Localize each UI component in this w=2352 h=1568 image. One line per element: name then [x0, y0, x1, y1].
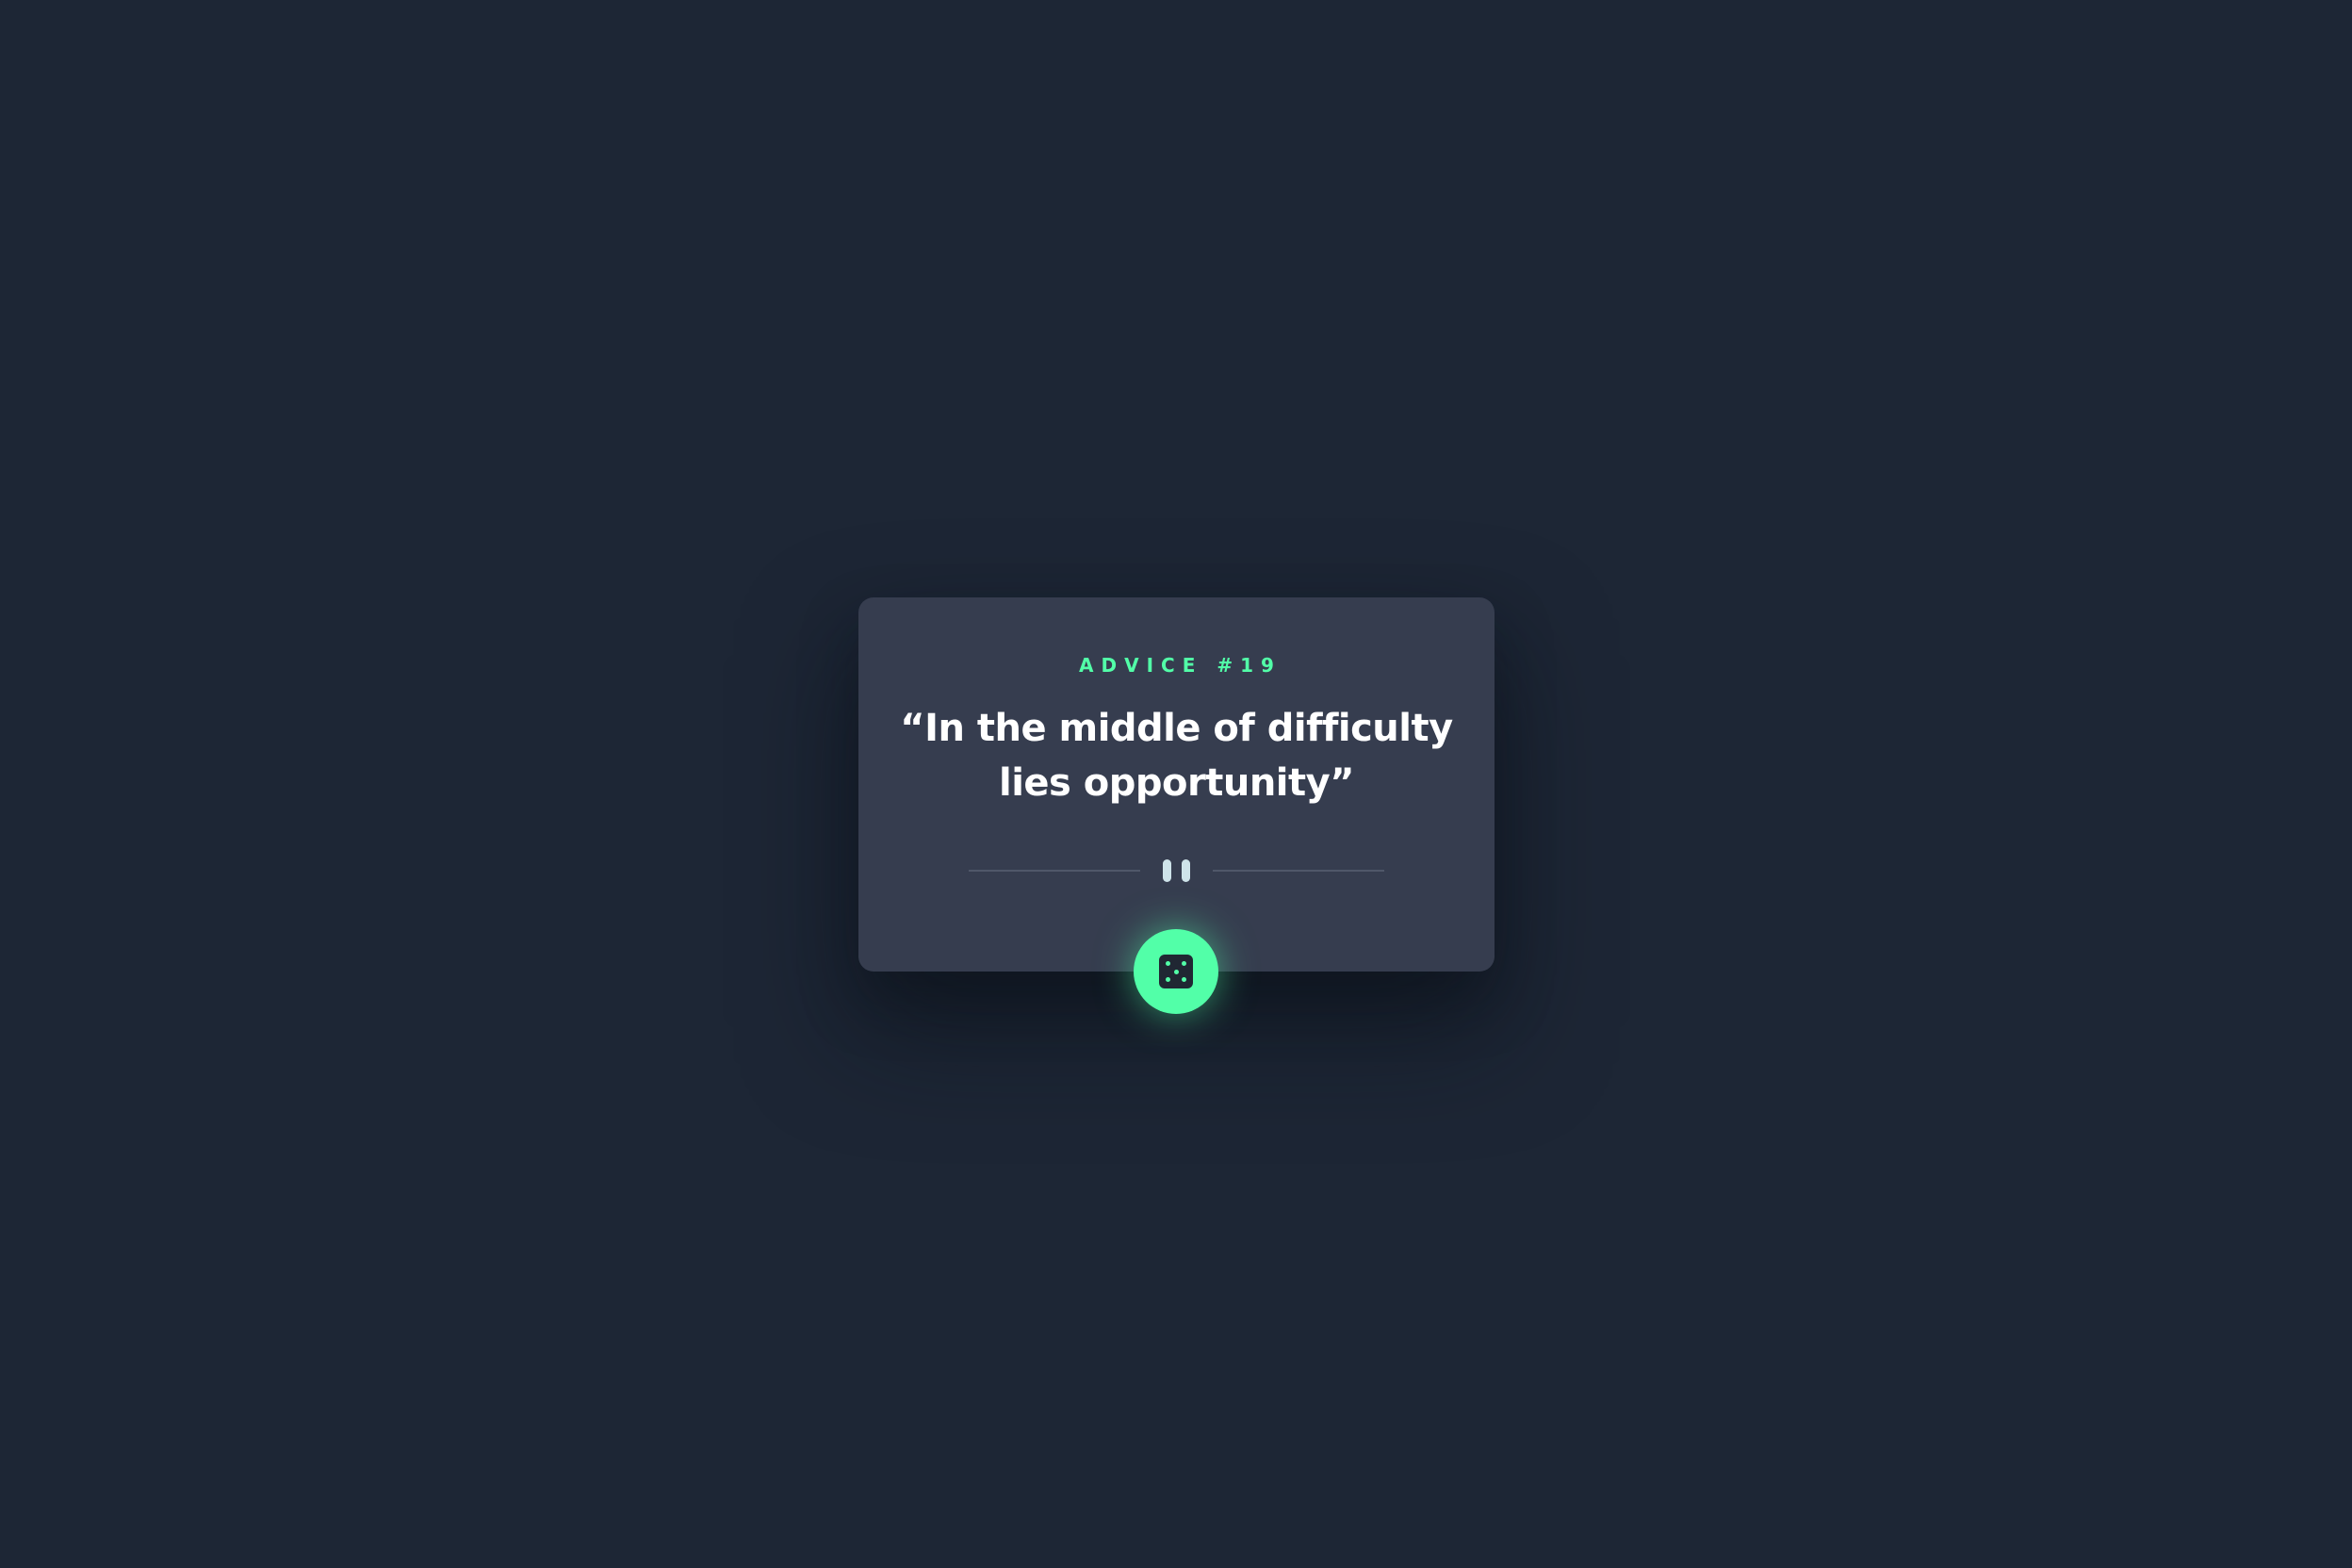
divider-line-right [1213, 870, 1384, 872]
pause-bar-left [1163, 859, 1171, 882]
advice-card: ADVICE #19 “In the middle of difficulty … [858, 597, 1494, 972]
dice-pip [1173, 969, 1179, 974]
advice-number: ADVICE #19 [1079, 654, 1282, 677]
divider [969, 859, 1384, 882]
dice-pip [1166, 977, 1170, 982]
page: ADVICE #19 “In the middle of difficulty … [0, 0, 2352, 1568]
dice-pip [1182, 977, 1186, 982]
divider-line-left [969, 870, 1140, 872]
generate-advice-button[interactable] [1134, 929, 1218, 1014]
dice-pip [1182, 961, 1186, 966]
dice-pip [1166, 961, 1170, 966]
pause-bar-right [1182, 859, 1190, 882]
dice-icon [1159, 955, 1193, 988]
pause-icon [1161, 859, 1192, 882]
advice-quote: “In the middle of difficulty lies opport… [900, 707, 1453, 805]
